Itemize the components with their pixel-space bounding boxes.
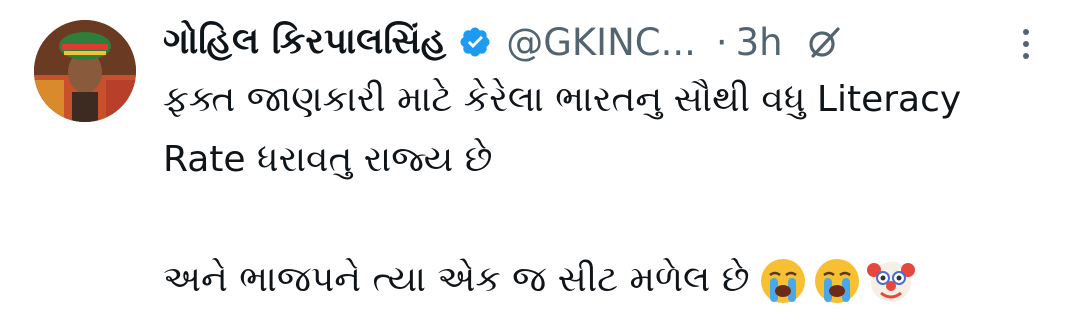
author-display-name[interactable]: ગોહિલ કિરપાલસિંહ bbox=[163, 21, 446, 63]
tweet-text: ફક્ત જાણકારી માટે કેરેલા ભારતનુ સૌથી વધુ… bbox=[163, 70, 1063, 310]
tweet-text-line-3: અને ભાજપને ત્યા એક જ સીટ મળેલ છે bbox=[163, 259, 750, 300]
tweet-text-line-3-wrap: અને ભાજપને ત્યા એક જ સીટ મળેલ છે bbox=[163, 250, 1063, 310]
separator-dot: · bbox=[715, 20, 728, 64]
author-handle[interactable]: @GKINC... bbox=[506, 21, 696, 64]
emoji-row bbox=[758, 256, 920, 306]
tweet-header: ગોહિલ કિરપાલસિંહ @GKINC... · 3h bbox=[163, 12, 843, 72]
verified-badge-icon bbox=[458, 25, 492, 59]
more-vertical-icon[interactable] bbox=[1016, 26, 1036, 62]
clown-face-icon bbox=[866, 256, 916, 306]
timestamp[interactable]: 3h bbox=[736, 21, 783, 64]
tweet[interactable]: ગોહિલ કિરપાલસિંહ @GKINC... · 3h ફક્ત જાણ… bbox=[0, 0, 1080, 323]
avatar-image bbox=[34, 20, 136, 122]
tweet-text-line-1: ફક્ત જાણકારી માટે કેરેલા ભારતનુ સૌથી વધુ… bbox=[163, 79, 962, 120]
loudly-crying-face-icon bbox=[812, 256, 862, 306]
loudly-crying-face-icon bbox=[758, 256, 808, 306]
tweet-text-line-2: Rate ધરાવતુ રાજ્ય છે bbox=[163, 139, 493, 180]
grok-icon[interactable] bbox=[805, 23, 843, 61]
avatar[interactable] bbox=[34, 20, 136, 122]
